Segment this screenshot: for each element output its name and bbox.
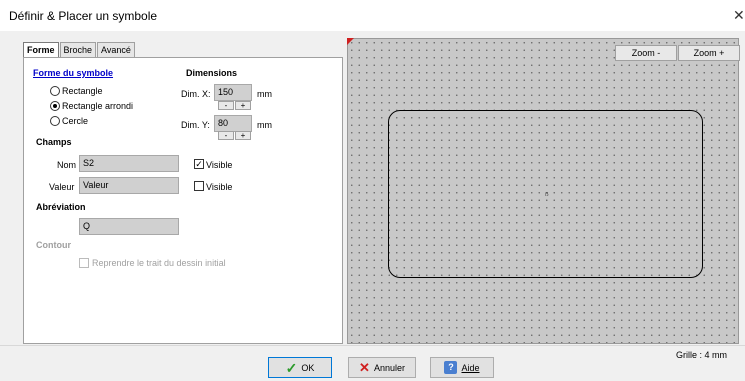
help-button[interactable]: ? Aide: [430, 357, 494, 378]
cancel-button-label: Annuler: [373, 362, 405, 373]
help-icon: ?: [444, 361, 458, 374]
nom-visible-label[interactable]: Visible: [206, 160, 232, 170]
footer-divider: [0, 345, 745, 346]
nom-input[interactable]: S2: [79, 155, 179, 172]
close-icon[interactable]: ✕: [733, 7, 745, 24]
nom-label: Nom: [57, 160, 77, 170]
dimensions-heading: Dimensions: [186, 68, 238, 78]
tab-forme[interactable]: Forme: [23, 42, 59, 58]
dim-x-unit: mm: [257, 89, 272, 99]
tab-bar: Forme Broche Avancé: [23, 42, 136, 58]
window-title: Définir & Placer un symbole: [9, 9, 158, 23]
radio-rectangle[interactable]: [50, 86, 60, 96]
help-button-label: Aide: [461, 362, 480, 373]
zoom-in-button[interactable]: Zoom +: [678, 45, 740, 61]
dim-x-minus-button[interactable]: -: [218, 101, 234, 110]
cross-icon: ✕: [359, 360, 370, 375]
contour-heading: Contour: [36, 240, 71, 250]
tab-broche[interactable]: Broche: [59, 42, 97, 58]
radio-rectangle-arrondi[interactable]: [50, 101, 60, 111]
radio-rectangle-label[interactable]: Rectangle: [62, 86, 103, 96]
dim-x-plus-button[interactable]: +: [235, 101, 251, 110]
dim-y-label: Dim. Y:: [181, 120, 210, 130]
dim-x-label: Dim. X:: [181, 89, 211, 99]
dim-x-input[interactable]: 150: [214, 84, 252, 101]
abbreviation-input[interactable]: Q: [79, 218, 179, 235]
contour-checkbox[interactable]: [79, 258, 89, 268]
dim-y-input[interactable]: 80: [214, 115, 252, 132]
dim-y-minus-button[interactable]: -: [218, 131, 234, 140]
zoom-out-button[interactable]: Zoom -: [615, 45, 677, 61]
valeur-visible-checkbox[interactable]: [194, 181, 204, 191]
ok-button-label: OK: [301, 362, 315, 373]
corner-marker: [347, 38, 354, 45]
grid-size-label: Grille : 4 mm: [676, 350, 728, 360]
valeur-input[interactable]: Valeur: [79, 177, 179, 194]
checkmark-icon: ✓: [285, 359, 298, 376]
abbreviation-heading: Abréviation: [36, 202, 86, 212]
dim-y-unit: mm: [257, 120, 272, 130]
cancel-button[interactable]: ✕ Annuler: [348, 357, 416, 378]
radio-rectangle-arrondi-label[interactable]: Rectangle arrondi: [62, 101, 133, 111]
tab-avance[interactable]: Avancé: [97, 42, 135, 58]
dim-y-plus-button[interactable]: +: [235, 131, 251, 140]
fields-heading: Champs: [36, 137, 72, 147]
title-bar: Définir & Placer un symbole ✕: [0, 0, 745, 31]
radio-cercle[interactable]: [50, 116, 60, 126]
radio-cercle-label[interactable]: Cercle: [62, 116, 88, 126]
valeur-visible-label[interactable]: Visible: [206, 182, 232, 192]
valeur-label: Valeur: [49, 182, 75, 192]
symbol-center-mark: ẞ: [545, 192, 549, 198]
shape-heading[interactable]: Forme du symbole: [33, 68, 113, 78]
ok-button[interactable]: ✓ OK: [268, 357, 332, 378]
contour-checkbox-label: Reprendre le trait du dessin initial: [92, 258, 226, 268]
nom-visible-checkbox[interactable]: ✓: [194, 159, 204, 169]
